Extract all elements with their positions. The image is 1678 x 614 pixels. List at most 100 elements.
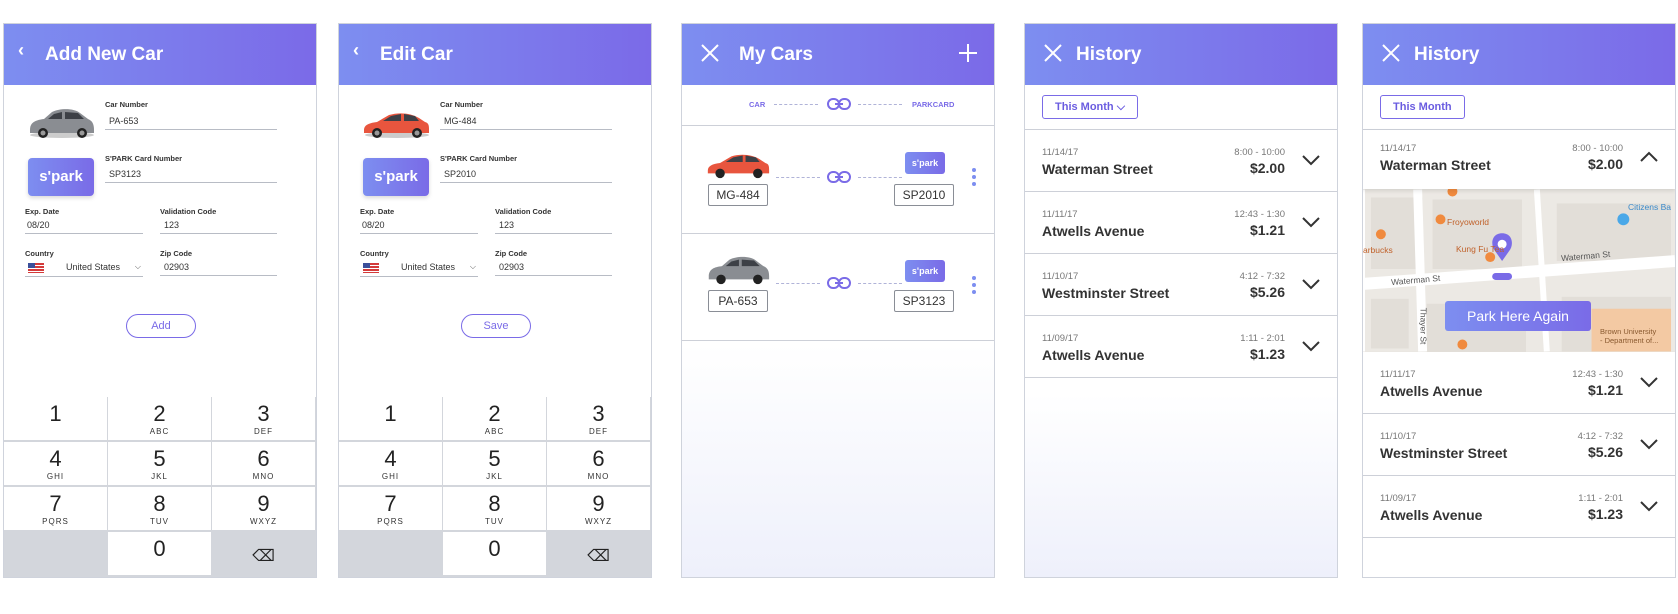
history-row[interactable]: 11/10/17 Westminster Street 4:12 - 7:32 $5.… [1363,414,1675,476]
digit-key[interactable]: 5 JKL [443,442,547,486]
key-digit: 3 [592,401,605,426]
history-row-expanded[interactable]: 11/14/17 Waterman Street 8:00 - 10:00 $2… [1363,130,1675,189]
map-label: Kung Fu Tea [1456,244,1505,254]
more-options-icon[interactable] [972,168,976,189]
card-number-input[interactable]: SP3123 [105,169,277,183]
location-map[interactable]: Froyoworld Kung Fu Tea Waterman St Water… [1363,189,1675,352]
digit-key[interactable]: 7 PQRS [4,487,108,531]
digit-key[interactable]: 6 MNO [212,442,316,486]
key-letters: JKL [151,472,168,481]
history-row[interactable]: 11/10/17 Westminster Street 4:12 - 7:32 $5.… [1025,254,1337,316]
validation-code-input[interactable]: 123 [495,220,612,234]
chevron-down-icon[interactable] [1639,437,1659,451]
digit-key[interactable]: 5 JKL [108,442,212,486]
row-date: 11/11/17 [1042,209,1078,220]
key-digit [339,532,442,536]
car-number-input[interactable]: MG-484 [440,116,612,130]
back-chevron-icon[interactable]: ‹ [18,40,24,61]
chevron-down-icon[interactable] [1301,215,1321,229]
spark-badge: s'park [905,260,945,282]
exp-date-input[interactable]: 08/20 [25,220,143,234]
add-icon[interactable] [956,41,980,65]
key-letters: ABC [149,427,170,436]
digit-key[interactable]: 4 GHI [4,442,108,486]
close-icon[interactable] [1379,41,1403,65]
chevron-down-icon: ⌵ [469,262,476,271]
digit-key[interactable]: 0 [443,532,547,576]
map-label: - Department of... [1600,336,1659,345]
digit-key[interactable]: 2 ABC [443,397,547,441]
digit-key[interactable]: 6 MNO [547,442,651,486]
history-row[interactable]: 11/09/17 Atwells Avenue 1:11 - 2:01 $1.23 [1363,476,1675,538]
month-filter-dropdown[interactable]: This Month [1380,95,1465,119]
car-number-input[interactable]: PA-653 [105,116,277,130]
chevron-up-icon[interactable] [1639,150,1659,164]
digit-key[interactable]: 4 GHI [339,442,443,486]
history-row[interactable]: 11/14/17 Waterman Street 8:00 - 10:00 $2.00 [1025,130,1337,192]
close-icon[interactable] [1041,41,1065,65]
month-filter-dropdown[interactable]: This Month ⌵ [1042,95,1139,119]
zip-code-input[interactable]: 02903 [160,262,277,276]
digit-key[interactable]: 2 ABC [108,397,212,441]
row-street: Waterman Street [1042,161,1153,177]
car-icon [30,109,94,138]
digit-key[interactable]: 3 DEF [212,397,316,441]
close-icon[interactable] [698,41,722,65]
map-label: Brown University [1600,327,1657,336]
numeric-keypad: 1 2 ABC 3 DEF 4 GHI 5 JKL 6 MNO 7 PQRS 8 TUV 9 WXYZ 0 ⌫ [4,397,316,577]
backspace-key[interactable]: ⌫ [547,532,651,576]
backspace-icon: ⌫ [587,548,610,565]
history-row[interactable]: 11/09/17 Atwells Avenue 1:11 - 2:01 $1.23 [1025,316,1337,378]
row-date: 11/14/17 [1380,143,1417,154]
digit-key[interactable]: 0 [108,532,212,576]
backspace-key[interactable]: ⌫ [212,532,316,576]
back-chevron-icon[interactable]: ‹ [353,40,359,61]
key-digit: 4 [384,446,397,471]
card-number-input[interactable]: SP2010 [440,169,612,183]
country-select[interactable]: United States ⌵ [360,262,478,277]
digit-key[interactable]: 1 [339,397,443,441]
row-price: $2.00 [1249,160,1285,176]
screen-title: History [1076,44,1142,65]
country-value: United States [401,262,456,272]
digit-key[interactable]: 8 TUV [443,487,547,531]
zip-code-input[interactable]: 02903 [495,262,612,276]
add-button[interactable]: Add [126,314,196,338]
exp-date-input[interactable]: 08/20 [360,220,478,234]
key-letters: MNO [587,472,610,481]
digit-key[interactable]: 8 TUV [108,487,212,531]
park-here-again-button[interactable]: Park Here Again [1445,301,1591,331]
dashed-line [776,283,820,284]
car-number-label: Car Number [105,100,148,109]
history-row[interactable]: 11/11/17 Atwells Avenue 12:43 - 1:30 $1.21 [1025,192,1337,254]
history-row[interactable]: 11/11/17 Atwells Avenue 12:43 - 1:30 $1.21 [1363,352,1675,414]
chevron-down-icon[interactable] [1639,375,1659,389]
us-flag-icon [363,262,379,273]
digit-key[interactable]: 9 WXYZ [547,487,651,531]
key-digit: 8 [488,491,501,516]
history-map-screen: History This Month 11/14/17 Waterman Str… [1362,23,1676,578]
country-select[interactable]: United States ⌵ [25,262,143,277]
digit-key[interactable]: 3 DEF [547,397,651,441]
digit-key[interactable]: 9 WXYZ [212,487,316,531]
digit-key[interactable]: 1 [4,397,108,441]
car-list-item[interactable]: PA-653 s'park SP3123 [682,233,994,341]
card-number-label: S'PARK Card Number [105,154,183,163]
row-street: Atwells Avenue [1042,347,1145,363]
chevron-down-icon[interactable] [1301,339,1321,353]
key-letters: PQRS [377,517,404,526]
digit-key[interactable]: 7 PQRS [339,487,443,531]
save-button[interactable]: Save [461,314,531,338]
header: ‹ Add New Car [4,24,316,85]
chevron-down-icon[interactable] [1301,277,1321,291]
map-label: Froyoworld [1447,217,1490,227]
more-options-icon[interactable] [972,276,976,297]
row-date: 11/14/17 [1042,147,1079,158]
validation-code-input[interactable]: 123 [160,220,277,234]
chevron-down-icon[interactable] [1639,499,1659,513]
key-digit: 1 [384,401,397,426]
chevron-down-icon[interactable] [1301,153,1321,167]
car-list-item[interactable]: MG-484 s'park SP2010 [682,125,994,233]
zip-code-label: Zip Code [160,249,193,258]
key-digit: 2 [153,401,166,426]
